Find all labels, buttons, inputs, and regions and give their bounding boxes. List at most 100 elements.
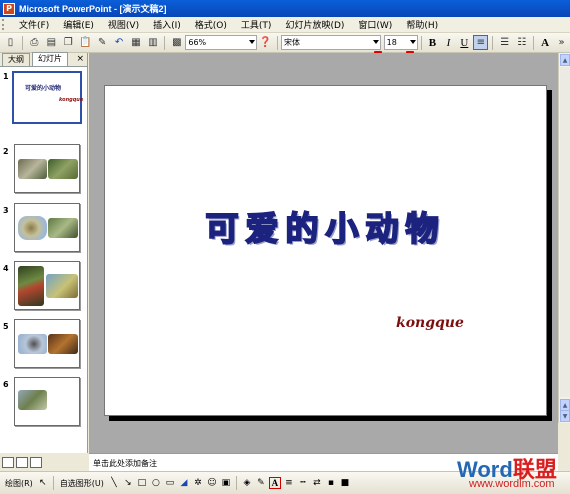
- slide-canvas[interactable]: 可爱的小动物 kongque: [104, 85, 547, 416]
- arrow-icon[interactable]: ↘: [122, 477, 134, 489]
- slideshow-view-icon[interactable]: [30, 456, 42, 468]
- toolbar-separator: [52, 476, 54, 490]
- toolbar-options-icon[interactable]: »: [554, 35, 569, 50]
- dash-style-icon[interactable]: ┅: [297, 477, 309, 489]
- line-style-icon[interactable]: ≡: [283, 477, 295, 489]
- toolbar-separator: [492, 35, 494, 50]
- toolbar: ▯ ⎙ ▤ ❐ 📋 ✎ ↶ ▦ ▥ ▩ 66% ❓ 宋体 18 B I U ≡ …: [0, 33, 570, 53]
- watermark-url: www.wordlm.com: [469, 478, 555, 490]
- menu-slideshow[interactable]: 幻灯片放映(D): [278, 18, 351, 31]
- slide-thumbnail-6[interactable]: [14, 377, 80, 426]
- picture-icon[interactable]: ▣: [220, 477, 232, 489]
- animal-photo: [18, 334, 47, 354]
- animal-photo: [18, 390, 47, 410]
- powerpoint-icon[interactable]: P: [3, 2, 15, 15]
- undo-icon[interactable]: ↶: [112, 35, 127, 50]
- menu-help[interactable]: 帮助(H): [399, 18, 445, 31]
- zoom-combo[interactable]: 66%: [185, 35, 258, 50]
- slide-title[interactable]: 可爱的小动物: [105, 202, 546, 250]
- menu-edit[interactable]: 编辑(E): [56, 18, 101, 31]
- slide-workspace[interactable]: 可爱的小动物 kongque: [89, 53, 558, 423]
- close-icon[interactable]: ×: [76, 54, 84, 64]
- toolbar-separator: [21, 35, 23, 50]
- wordart-icon[interactable]: ◢: [178, 477, 190, 489]
- chevron-down-icon: [409, 40, 416, 44]
- preview-icon[interactable]: ▤: [44, 35, 59, 50]
- shadow-icon[interactable]: ▪: [325, 477, 337, 489]
- new-document-icon[interactable]: ▯: [3, 35, 18, 50]
- tab-slides[interactable]: 幻灯片: [32, 52, 68, 66]
- animal-photo: [18, 216, 47, 240]
- format-painter-icon[interactable]: ✎: [95, 35, 110, 50]
- diagram-icon[interactable]: ✲: [192, 477, 204, 489]
- paste-icon[interactable]: 📋: [78, 35, 93, 50]
- chevron-down-icon: [372, 40, 379, 44]
- zoom-value: 66%: [188, 38, 207, 47]
- font-name-combo[interactable]: 宋体: [281, 35, 381, 50]
- thumbnail-list: 1 可爱的小动物 kongque 2 3 4 5 6: [0, 67, 87, 453]
- chart-icon[interactable]: ▦: [129, 35, 144, 50]
- toolbar-separator: [533, 35, 535, 50]
- clipart-icon[interactable]: ☺: [206, 477, 218, 489]
- autoshapes-button[interactable]: 自选图形(U): [60, 478, 104, 489]
- numbering-icon[interactable]: ☰: [497, 35, 512, 50]
- menu-window[interactable]: 窗口(W): [351, 18, 399, 31]
- normal-view-icon[interactable]: [2, 456, 14, 468]
- menu-file[interactable]: 文件(F): [12, 18, 56, 31]
- scroll-track[interactable]: [560, 67, 570, 397]
- slide-number: 6: [3, 380, 9, 389]
- menu-insert[interactable]: 插入(I): [146, 18, 188, 31]
- 3d-style-icon[interactable]: ■: [339, 477, 351, 489]
- workspace-bottom: [89, 423, 558, 453]
- menu-bar: 文件(F) 编辑(E) 视图(V) 插入(I) 格式(O) 工具(T) 幻灯片放…: [0, 17, 570, 33]
- next-slide-icon[interactable]: ▼: [560, 410, 570, 422]
- slide-subtitle[interactable]: kongque: [396, 315, 464, 331]
- slide-thumbnail-2[interactable]: [14, 144, 80, 193]
- grid-icon[interactable]: ▩: [169, 35, 184, 50]
- font-color-icon[interactable]: A: [268, 477, 281, 489]
- textbox-icon[interactable]: ▭: [164, 477, 176, 489]
- toolbar-separator: [164, 35, 166, 50]
- menu-view[interactable]: 视图(V): [101, 18, 146, 31]
- draw-menu-button[interactable]: 绘图(R): [5, 478, 33, 489]
- menu-tools[interactable]: 工具(T): [234, 18, 279, 31]
- line-color-icon[interactable]: ✎: [255, 477, 267, 489]
- line-icon[interactable]: ╲: [108, 477, 120, 489]
- grow-font-button[interactable]: A: [538, 35, 552, 50]
- font-size-combo[interactable]: 18: [383, 35, 418, 50]
- sorter-view-icon[interactable]: [16, 456, 28, 468]
- menu-grip[interactable]: [2, 19, 6, 30]
- toolbar-separator: [235, 476, 237, 490]
- underline-button[interactable]: U: [457, 35, 471, 50]
- table-icon[interactable]: ▥: [146, 35, 161, 50]
- help-icon[interactable]: ❓: [258, 35, 273, 50]
- scroll-up-icon[interactable]: ▲: [560, 54, 570, 66]
- slide-thumbnail-3[interactable]: [14, 203, 80, 252]
- watermark-logo: Word联盟 www.wordlm.com: [455, 452, 567, 492]
- menu-format[interactable]: 格式(O): [188, 18, 234, 31]
- print-icon[interactable]: ⎙: [27, 35, 42, 50]
- thumbnail-title: 可爱的小动物: [25, 85, 62, 92]
- slide-number: 3: [3, 206, 9, 215]
- align-left-icon[interactable]: ≡: [473, 35, 489, 50]
- select-pointer-icon[interactable]: ↖: [37, 477, 49, 489]
- rectangle-icon[interactable]: □: [136, 477, 148, 489]
- tab-outline[interactable]: 大纲: [2, 53, 30, 66]
- bullets-icon[interactable]: ☷: [514, 35, 529, 50]
- font-name-value: 宋体: [284, 38, 301, 47]
- oval-icon[interactable]: ○: [150, 477, 162, 489]
- animal-photo: [46, 274, 78, 298]
- arrow-style-icon[interactable]: ⇄: [311, 477, 323, 489]
- slide-thumbnail-1[interactable]: 可爱的小动物 kongque: [12, 71, 83, 124]
- italic-button[interactable]: I: [441, 35, 455, 50]
- fill-color-icon[interactable]: ◈: [241, 477, 253, 489]
- animal-photo: [48, 159, 78, 179]
- animal-photo: [18, 266, 44, 306]
- slide-thumbnail-5[interactable]: [14, 319, 80, 368]
- notes-placeholder: 单击此处添加备注: [93, 459, 157, 468]
- vertical-scrollbar[interactable]: ▲ ▲ ▼: [558, 53, 570, 423]
- slide-thumbnail-4[interactable]: [14, 261, 80, 310]
- slides-pane: 大纲 幻灯片 × 1 可爱的小动物 kongque 2 3 4 5 6: [0, 52, 88, 453]
- copy-icon[interactable]: ❐: [61, 35, 76, 50]
- bold-button[interactable]: B: [426, 35, 440, 50]
